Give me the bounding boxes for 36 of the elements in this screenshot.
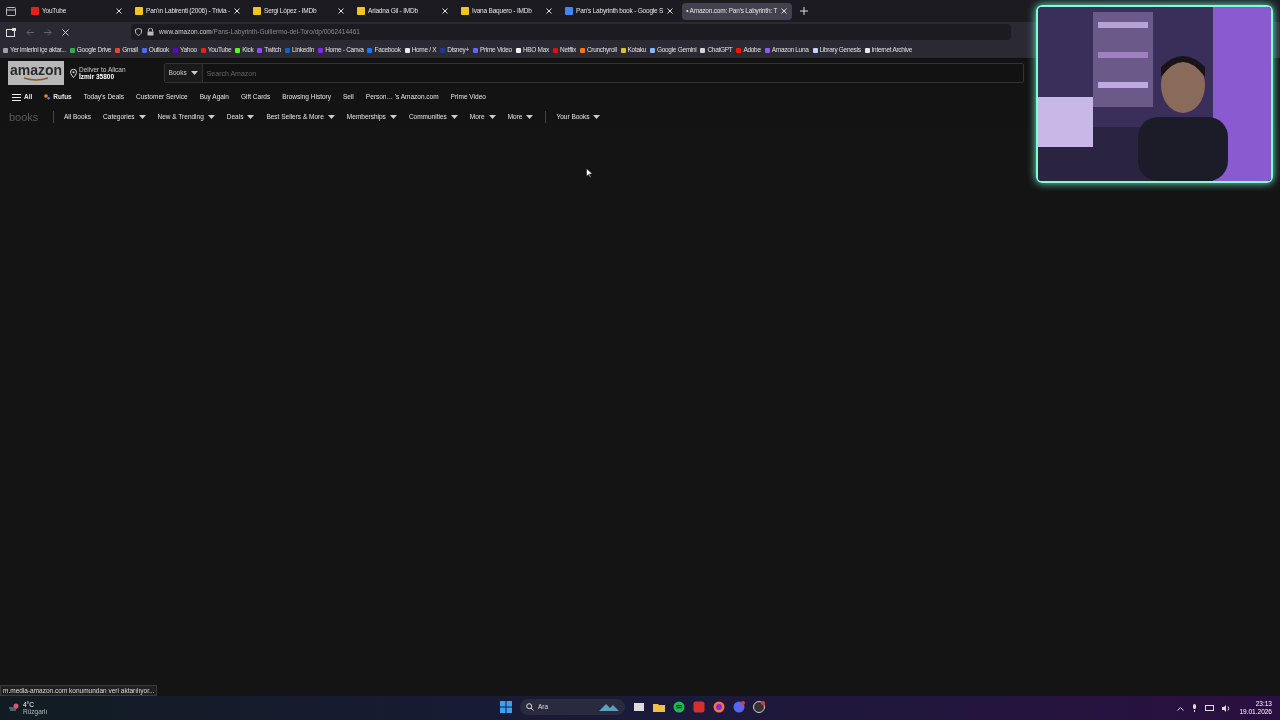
stop-icon[interactable] — [62, 28, 69, 36]
close-icon[interactable] — [441, 7, 450, 15]
record-app-icon[interactable] — [753, 701, 765, 713]
document-app-icon[interactable] — [693, 701, 705, 713]
tab-list-icon[interactable] — [4, 5, 18, 17]
weather-icon — [8, 703, 20, 713]
location-pin-icon[interactable] — [70, 68, 77, 78]
task-view-icon[interactable] — [633, 701, 645, 713]
volume-icon[interactable] — [1222, 704, 1232, 712]
sparkle-dots-icon — [44, 94, 51, 100]
folder-icon[interactable] — [653, 701, 665, 713]
mouse-cursor-icon — [586, 168, 593, 178]
amazon-logo[interactable]: amazon — [8, 61, 64, 85]
microphone-icon[interactable] — [1192, 704, 1198, 712]
forward-icon[interactable] — [44, 28, 52, 36]
chevron-up-icon[interactable] — [1177, 705, 1185, 711]
close-icon[interactable] — [545, 7, 554, 15]
close-icon[interactable] — [780, 7, 789, 15]
close-icon[interactable] — [233, 7, 242, 15]
chat-app-icon[interactable] — [733, 701, 745, 713]
lock-icon[interactable] — [147, 28, 154, 36]
mountain-icon — [599, 703, 619, 711]
close-icon[interactable] — [666, 7, 675, 15]
new-tab-icon[interactable] — [800, 6, 811, 16]
menu-icon — [12, 93, 21, 101]
caret-icon — [190, 71, 198, 75]
network-icon[interactable] — [1205, 704, 1215, 712]
start-icon[interactable] — [500, 701, 512, 713]
back-icon[interactable] — [26, 28, 34, 36]
browser-app-icon[interactable] — [713, 701, 725, 713]
music-app-icon[interactable] — [673, 701, 685, 713]
close-icon[interactable] — [115, 7, 123, 15]
shield-icon[interactable] — [135, 28, 142, 36]
sidebar-icon[interactable] — [6, 27, 16, 37]
search-icon — [526, 703, 534, 711]
close-icon[interactable] — [337, 7, 346, 15]
